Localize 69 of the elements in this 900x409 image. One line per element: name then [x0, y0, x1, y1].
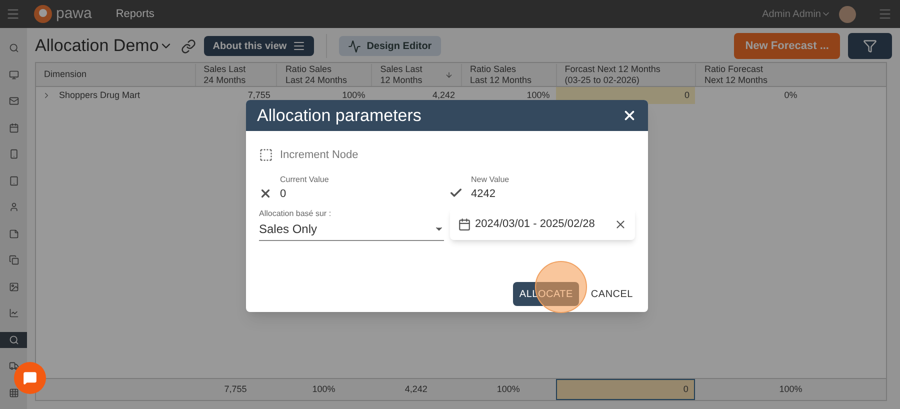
link-icon[interactable]	[180, 38, 196, 54]
total-cell-text: 100%	[496, 382, 520, 396]
new-value: 4242	[471, 186, 496, 202]
allocation-select[interactable]: Allocation basé sur : Sales Only	[259, 208, 444, 241]
column-header[interactable]: Forcast Next 12 Months (03-25 to 02-2026)	[564, 64, 660, 86]
copy-icon	[8, 255, 18, 265]
chat-icon	[23, 371, 37, 385]
logo-text: pawa	[56, 4, 92, 24]
expand-icon[interactable]	[42, 91, 51, 100]
close-icon[interactable]	[622, 108, 637, 123]
column-header[interactable]: Ratio Forecast Next 12 Months	[704, 64, 768, 86]
table-cell-text: 0%	[784, 88, 798, 102]
cancel-button[interactable]: CANCEL	[586, 282, 637, 306]
total-cell-text: 100%	[312, 382, 336, 396]
current-value: 0	[280, 186, 288, 202]
column-header[interactable]: Sales Last 24 Months	[204, 64, 246, 86]
node-label: Increment Node	[280, 148, 358, 163]
pulse-icon	[348, 40, 361, 52]
table-cell-text: 7,755	[248, 88, 270, 102]
dialog-title: Allocation parameters	[257, 104, 422, 127]
calendar-icon	[458, 218, 471, 230]
search-icon	[8, 334, 18, 344]
node-icon	[259, 148, 273, 162]
user-menu[interactable]: Admin Admin	[762, 6, 831, 22]
field-label: Current Value	[280, 174, 329, 186]
sidebar-item[interactable]	[0, 332, 27, 348]
phone-icon	[8, 149, 18, 159]
view-title[interactable]: Allocation Demo	[35, 33, 173, 59]
column-header[interactable]: Ratio Sales Last 24 Months	[285, 64, 347, 86]
truck-icon	[8, 361, 18, 371]
user-icon	[8, 202, 18, 212]
avatar[interactable]	[839, 6, 856, 22]
note-icon	[8, 228, 18, 238]
total-cell-text: 4,242	[404, 382, 428, 396]
cross-icon	[259, 187, 272, 200]
total-cell-text: 100%	[779, 382, 802, 396]
grid-icon	[8, 388, 18, 398]
mail-icon	[8, 96, 18, 106]
monitor-icon	[8, 70, 18, 80]
table-cell-text: Shoppers Drug Mart	[59, 88, 140, 102]
table-cell-text: 0	[684, 88, 690, 102]
about-button[interactable]: About this view	[204, 36, 314, 56]
total-cell-text: 0	[683, 382, 688, 396]
table-cell-text: 100%	[342, 88, 366, 102]
new-forecast-button[interactable]: New Forecast ...	[734, 33, 840, 59]
menu-icon[interactable]	[6, 7, 20, 21]
image-icon	[8, 282, 18, 292]
date-range-field[interactable]: 2024/03/01 - 2025/02/28	[450, 208, 635, 240]
column-header[interactable]: Ratio Sales Last 12 Months	[470, 64, 532, 86]
chart-icon	[8, 308, 18, 318]
filter-icon	[863, 39, 877, 53]
check-icon	[449, 186, 463, 200]
lines-icon	[292, 40, 305, 52]
filter-button[interactable]	[848, 33, 892, 59]
logo-icon	[34, 5, 52, 23]
table-cell-text: 4,242	[432, 88, 455, 102]
menu-icon[interactable]	[878, 7, 892, 21]
table-cell-text: 100%	[526, 88, 550, 102]
clear-icon[interactable]	[614, 218, 627, 230]
tablet-icon	[8, 176, 18, 186]
total-cell-text: 7,755	[224, 382, 247, 396]
field-label: New Value	[471, 174, 510, 186]
search-icon	[8, 43, 18, 53]
sort-icon[interactable]	[445, 70, 454, 78]
column-header[interactable]: Sales Last 12 Months	[380, 64, 422, 86]
nav-link[interactable]: Reports	[116, 6, 154, 22]
calendar-icon	[8, 122, 18, 132]
column-header[interactable]: Dimension	[44, 69, 87, 80]
design-editor-button[interactable]: Design Editor	[338, 36, 441, 56]
